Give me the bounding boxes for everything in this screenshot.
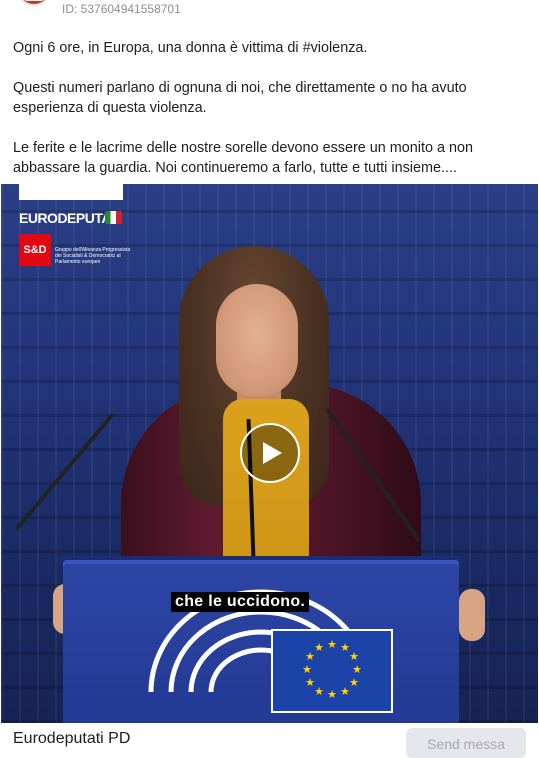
microphone-left	[15, 412, 115, 531]
ad-card: ID: 537604941558701 Ogni 6 ore, in Europ…	[0, 0, 539, 758]
svg-text:★: ★	[327, 638, 337, 651]
svg-text:★: ★	[305, 676, 315, 689]
svg-text:★: ★	[340, 685, 350, 698]
svg-text:★: ★	[314, 685, 324, 698]
video-subtitle: che le uccidono.	[171, 592, 310, 612]
svg-text:★: ★	[314, 641, 324, 654]
play-button[interactable]	[240, 423, 300, 483]
eu-flag-icon: ★ ★ ★ ★ ★ ★ ★ ★ ★ ★ ★ ★	[271, 629, 393, 713]
page-avatar[interactable]	[16, 0, 52, 6]
svg-text:★: ★	[349, 650, 359, 663]
speaker-face	[216, 284, 298, 396]
post-body: Ogni 6 ore, in Europa, una donna è vitti…	[13, 38, 528, 198]
post-paragraph: Ogni 6 ore, in Europa, una donna è vitti…	[13, 40, 368, 56]
post-paragraph: Questi numeri parlano di ognuna di noi, …	[13, 80, 467, 116]
page-id-label: ID: 537604941558701	[62, 2, 181, 16]
send-message-button[interactable]: Send messa	[406, 728, 526, 758]
svg-text:★: ★	[327, 688, 337, 701]
svg-text:★: ★	[352, 663, 362, 676]
svg-text:★: ★	[302, 663, 312, 676]
video-player[interactable]: EURODEPUTATI S&D Gruppo dell'Alleanza Pr…	[1, 184, 538, 723]
svg-text:★: ★	[349, 676, 359, 689]
speaker-hand-right	[459, 589, 485, 641]
page-name[interactable]: Eurodeputati PD	[13, 730, 130, 748]
play-icon	[263, 442, 282, 464]
post-paragraph: Le ferite e le lacrime delle nostre sore…	[13, 140, 473, 176]
